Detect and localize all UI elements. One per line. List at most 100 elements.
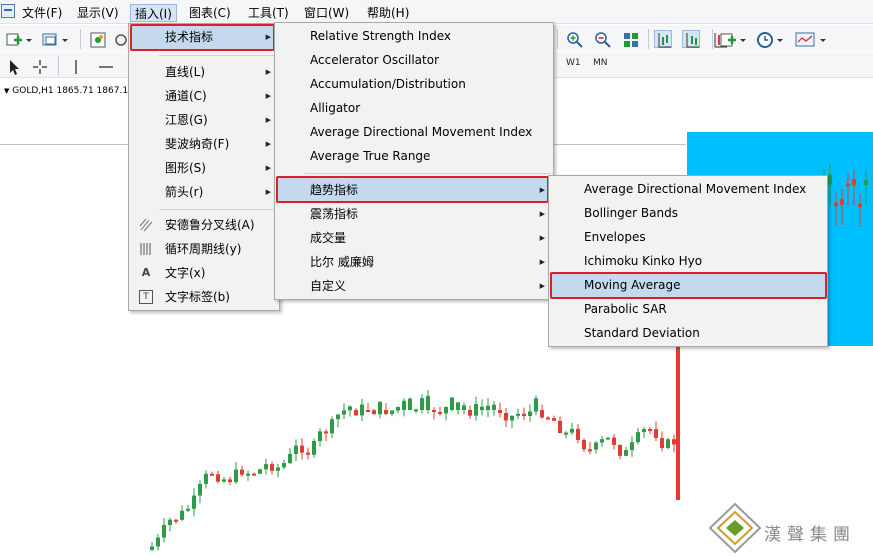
candle-body <box>462 405 466 410</box>
candle-body <box>162 524 166 538</box>
horizontal-line-button[interactable] <box>96 57 114 75</box>
insert-menu-fibonacci[interactable]: 斐波纳奇(F) ▶ <box>131 132 277 156</box>
chevron-down-icon <box>26 39 32 42</box>
insert-menu-arrows[interactable]: 箭头(r) ▶ <box>131 180 277 204</box>
insert-menu-text-label[interactable]: T 文字标签(b) <box>131 285 277 309</box>
candle-body <box>486 405 490 410</box>
menu-insert[interactable]: 插入(I) <box>130 4 177 22</box>
candle-body <box>234 469 238 483</box>
horizontal-line-icon <box>99 66 113 68</box>
insert-menu-gann[interactable]: 江恩(G) ▶ <box>131 108 277 132</box>
indicators-icon <box>720 33 736 47</box>
indicator-group-bill-williams[interactable]: 比尔 威廉姆 ▶ <box>277 250 551 274</box>
zoom-out-button[interactable] <box>593 30 611 48</box>
indicator-rsi[interactable]: Relative Strength Index <box>277 24 551 48</box>
menu-help[interactable]: 帮助(H) <box>363 4 413 22</box>
candle-body <box>294 445 298 454</box>
templates-icon <box>795 32 815 47</box>
trend-parabolic-sar[interactable]: Parabolic SAR <box>551 297 825 321</box>
profiles-dropdown[interactable] <box>60 30 70 48</box>
candle-body <box>594 442 598 450</box>
insert-menu-andrews-pitchfork[interactable]: 安德鲁分叉线(A) <box>131 213 277 237</box>
menu-view[interactable]: 显示(V) <box>73 4 123 22</box>
candle-body <box>288 453 292 464</box>
insert-menu-lines[interactable]: 直线(L) ▶ <box>131 60 277 84</box>
candle-body <box>252 473 256 476</box>
candle-body <box>390 410 394 414</box>
candle-body <box>588 449 592 452</box>
menu-window[interactable]: 窗口(W) <box>300 4 353 22</box>
zoom-in-button[interactable] <box>565 30 583 48</box>
app-icon[interactable] <box>1 4 15 18</box>
candle-body <box>336 414 340 420</box>
spike-candle <box>676 345 680 500</box>
candle-body <box>864 180 868 186</box>
indicator-group-volumes[interactable]: 成交量 ▶ <box>277 226 551 250</box>
candle-body <box>576 428 580 440</box>
tile-windows-button[interactable] <box>621 30 639 48</box>
periods-button[interactable] <box>755 30 773 48</box>
chevron-right-icon: ▶ <box>539 282 545 290</box>
candle-body <box>654 429 658 438</box>
candle-body <box>852 178 856 186</box>
candle-body <box>270 464 274 471</box>
candle-body <box>342 410 346 415</box>
candle-body <box>606 437 610 440</box>
cursor-button[interactable] <box>4 57 22 75</box>
trend-standard-deviation[interactable]: Standard Deviation <box>551 321 825 345</box>
trend-bollinger[interactable]: Bollinger Bands <box>551 201 825 225</box>
crosshair-button[interactable] <box>30 57 48 75</box>
insert-menu-shapes[interactable]: 图形(S) ▶ <box>131 156 277 180</box>
candle-body <box>450 397 454 410</box>
templates-button[interactable] <box>794 30 816 48</box>
chevron-right-icon: ▶ <box>265 68 271 76</box>
candle-body <box>468 410 472 416</box>
menu-charts[interactable]: 图表(C) <box>185 4 235 22</box>
indicator-accumulation[interactable]: Accumulation/Distribution <box>277 72 551 96</box>
candle-body <box>672 439 676 445</box>
candle-body <box>480 406 484 410</box>
timeframe-w1[interactable]: W1 <box>566 58 581 68</box>
menu-file[interactable]: 文件(F) <box>18 4 66 22</box>
candle-body <box>354 410 358 416</box>
indicators-dropdown[interactable] <box>738 30 748 48</box>
candle-body <box>426 395 430 410</box>
chevron-down-icon <box>740 39 746 42</box>
candle-body <box>366 410 370 412</box>
auto-scroll-icon <box>686 33 699 48</box>
insert-menu-cycle-lines[interactable]: 循环周期线(y) <box>131 237 277 261</box>
candle-body <box>312 440 316 455</box>
chart-shift-icon <box>658 33 671 48</box>
timeframe-mn[interactable]: MN <box>593 58 608 68</box>
indicator-group-custom[interactable]: 自定义 ▶ <box>277 274 551 298</box>
indicator-adx[interactable]: Average Directional Movement Index <box>277 120 551 144</box>
templates-dropdown[interactable] <box>818 30 828 48</box>
new-chart-dropdown[interactable] <box>24 30 34 48</box>
candle-body <box>498 410 502 414</box>
candle-body <box>546 417 550 420</box>
navigator-button[interactable] <box>112 30 127 48</box>
trend-ichimoku[interactable]: Ichimoku Kinko Hyo <box>551 249 825 273</box>
chevron-right-icon: ▶ <box>265 164 271 172</box>
trend-adx[interactable]: Average Directional Movement Index <box>551 177 825 201</box>
candle-body <box>540 410 544 418</box>
indicator-group-oscillators[interactable]: 震荡指标 ▶ <box>277 202 551 226</box>
new-chart-button[interactable] <box>4 30 22 48</box>
vertical-line-button[interactable] <box>66 57 84 75</box>
chart-shift-button[interactable] <box>654 30 672 48</box>
auto-scroll-button[interactable] <box>682 30 700 48</box>
menu-tools[interactable]: 工具(T) <box>244 4 293 22</box>
indicator-alligator[interactable]: Alligator <box>277 96 551 120</box>
market-watch-button[interactable] <box>88 30 106 48</box>
indicator-atr[interactable]: Average True Range <box>277 144 551 168</box>
candle-body <box>264 464 268 470</box>
indicators-button[interactable] <box>718 30 736 48</box>
periods-dropdown[interactable] <box>775 30 785 48</box>
profiles-button[interactable] <box>40 30 58 48</box>
insert-menu-text[interactable]: A 文字(x) <box>131 261 277 285</box>
indicator-accelerator[interactable]: Accelerator Oscillator <box>277 48 551 72</box>
candle-body <box>324 431 328 434</box>
insert-menu-channels[interactable]: 通道(C) ▶ <box>131 84 277 108</box>
trend-envelopes[interactable]: Envelopes <box>551 225 825 249</box>
candle-body <box>564 432 568 435</box>
